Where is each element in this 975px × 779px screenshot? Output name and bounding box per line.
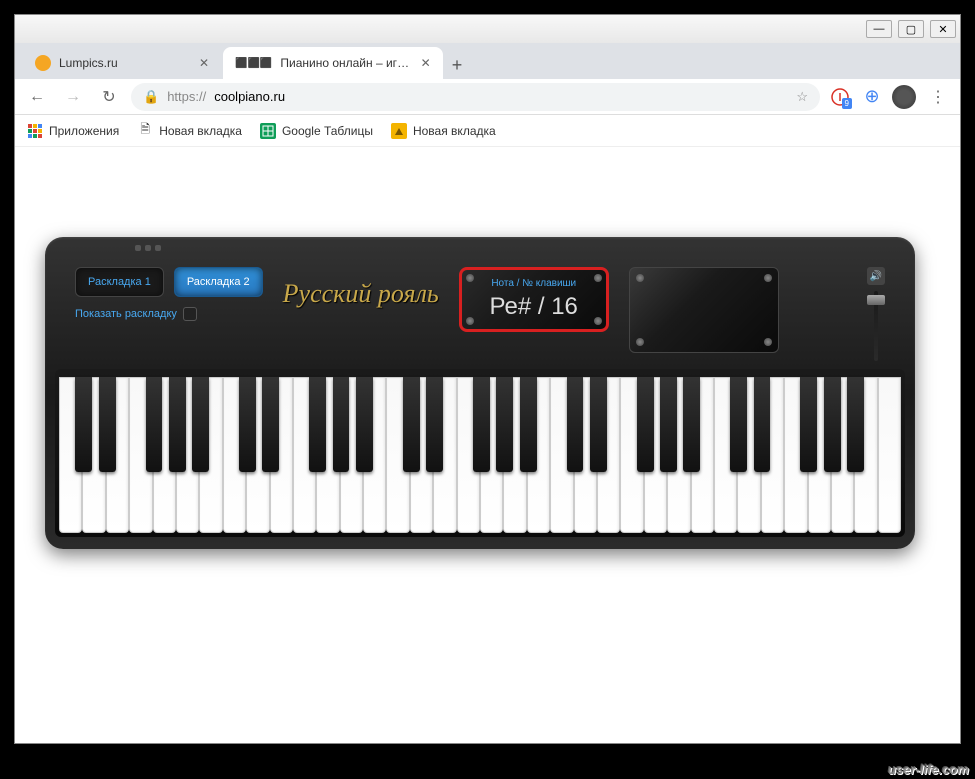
sheets-icon — [260, 123, 276, 139]
black-key[interactable] — [262, 377, 279, 472]
favicon-icon: ⬛⬛⬛ — [235, 58, 272, 69]
screw-icon — [636, 274, 644, 282]
black-key[interactable] — [800, 377, 817, 472]
black-key[interactable] — [239, 377, 256, 472]
screw-icon — [636, 338, 644, 346]
extension-icon[interactable]: 9 — [828, 85, 852, 109]
browser-tab[interactable]: Lumpics.ru ✕ — [23, 47, 223, 79]
black-key[interactable] — [309, 377, 326, 472]
profile-avatar[interactable] — [892, 85, 916, 109]
slider-thumb[interactable] — [867, 295, 885, 305]
bookmark-label: Приложения — [49, 124, 119, 138]
bookmark-item[interactable]: Google Таблицы — [260, 123, 373, 139]
black-key[interactable] — [520, 377, 537, 472]
piano-keyboard — [55, 369, 905, 537]
black-key[interactable] — [660, 377, 677, 472]
screw-icon — [594, 274, 602, 282]
black-key[interactable] — [567, 377, 584, 472]
apps-bookmark[interactable]: Приложения — [27, 123, 119, 139]
checkbox-icon[interactable] — [183, 307, 197, 321]
black-key[interactable] — [356, 377, 373, 472]
display-value: Ре# / 16 — [476, 293, 592, 321]
note-display: Нота / № клавиши Ре# / 16 — [459, 267, 609, 332]
display-label: Нота / № клавиши — [476, 278, 592, 289]
black-key[interactable] — [730, 377, 747, 472]
screw-icon — [466, 317, 474, 325]
lock-icon: 🔒 — [143, 89, 159, 105]
layout2-button[interactable]: Раскладка 2 — [174, 267, 263, 297]
show-layout-toggle[interactable]: Показать раскладку — [75, 307, 263, 321]
globe-icon[interactable]: ⊕ — [860, 85, 884, 109]
favicon-icon — [35, 55, 51, 71]
apps-icon — [27, 123, 43, 139]
browser-window: — ▢ ✕ Lumpics.ru ✕ ⬛⬛⬛ Пианино онлайн – … — [14, 14, 961, 744]
menu-button[interactable]: ⋮ — [924, 83, 952, 111]
black-key[interactable] — [754, 377, 771, 472]
address-bar[interactable]: 🔒 https:// coolpiano.ru ☆ — [131, 83, 820, 111]
page-content: Раскладка 1 Раскладка 2 Показать расклад… — [15, 147, 960, 741]
bookmarks-bar: Приложения 🗎 Новая вкладка Google Таблиц… — [15, 115, 960, 147]
piano-brand: Русский рояль — [283, 279, 439, 309]
url-domain: coolpiano.ru — [214, 89, 285, 104]
browser-tab-active[interactable]: ⬛⬛⬛ Пианино онлайн – играть на кл ✕ — [223, 47, 443, 79]
show-layout-label: Показать раскладку — [75, 308, 177, 320]
black-key[interactable] — [169, 377, 186, 472]
bookmark-label: Google Таблицы — [282, 124, 373, 138]
extension-badge: 9 — [842, 98, 852, 109]
speaker-icon: 🔊 — [867, 267, 885, 285]
maximize-button[interactable]: ▢ — [898, 20, 924, 38]
black-key[interactable] — [99, 377, 116, 472]
black-key[interactable] — [847, 377, 864, 472]
tab-title: Lumpics.ru — [59, 56, 118, 70]
volume-slider[interactable]: 🔊 — [867, 267, 885, 361]
bookmark-label: Новая вкладка — [413, 124, 496, 138]
back-button[interactable]: ← — [23, 83, 51, 111]
black-key[interactable] — [683, 377, 700, 472]
screw-icon — [764, 274, 772, 282]
star-icon[interactable]: ☆ — [796, 89, 808, 105]
screw-icon — [764, 338, 772, 346]
screw-icon — [594, 317, 602, 325]
forward-button[interactable]: → — [59, 83, 87, 111]
url-prefix: https:// — [167, 89, 206, 104]
piano-screen — [629, 267, 779, 353]
black-key[interactable] — [590, 377, 607, 472]
layout1-button[interactable]: Раскладка 1 — [75, 267, 164, 297]
close-tab-icon[interactable]: ✕ — [197, 56, 211, 70]
close-tab-icon[interactable]: ✕ — [420, 56, 431, 70]
tabs-bar: Lumpics.ru ✕ ⬛⬛⬛ Пианино онлайн – играть… — [15, 43, 960, 79]
window-titlebar: — ▢ ✕ — [15, 15, 960, 43]
slider-track[interactable] — [874, 291, 878, 361]
black-key[interactable] — [75, 377, 92, 472]
bookmark-item[interactable]: 🗎 Новая вкладка — [137, 123, 242, 139]
black-key[interactable] — [473, 377, 490, 472]
piano-widget: Раскладка 1 Раскладка 2 Показать расклад… — [45, 237, 915, 549]
black-key[interactable] — [333, 377, 350, 472]
piano-control-panel: Раскладка 1 Раскладка 2 Показать расклад… — [55, 257, 905, 369]
white-key[interactable] — [878, 377, 901, 533]
watermark: user-life.com — [888, 762, 969, 777]
black-key[interactable] — [496, 377, 513, 472]
black-key[interactable] — [637, 377, 654, 472]
page-icon — [391, 123, 407, 139]
tab-title: Пианино онлайн – играть на кл — [280, 56, 412, 70]
close-button[interactable]: ✕ — [930, 20, 956, 38]
black-key[interactable] — [146, 377, 163, 472]
page-icon: 🗎 — [137, 123, 153, 139]
reload-button[interactable]: ↻ — [95, 83, 123, 111]
new-tab-button[interactable]: + — [443, 51, 471, 79]
black-key[interactable] — [824, 377, 841, 472]
minimize-button[interactable]: — — [866, 20, 892, 38]
bookmark-item[interactable]: Новая вкладка — [391, 123, 496, 139]
black-key[interactable] — [403, 377, 420, 472]
screw-icon — [466, 274, 474, 282]
bookmark-label: Новая вкладка — [159, 124, 242, 138]
black-key[interactable] — [426, 377, 443, 472]
browser-toolbar: ← → ↻ 🔒 https:// coolpiano.ru ☆ 9 ⊕ ⋮ — [15, 79, 960, 115]
black-key[interactable] — [192, 377, 209, 472]
